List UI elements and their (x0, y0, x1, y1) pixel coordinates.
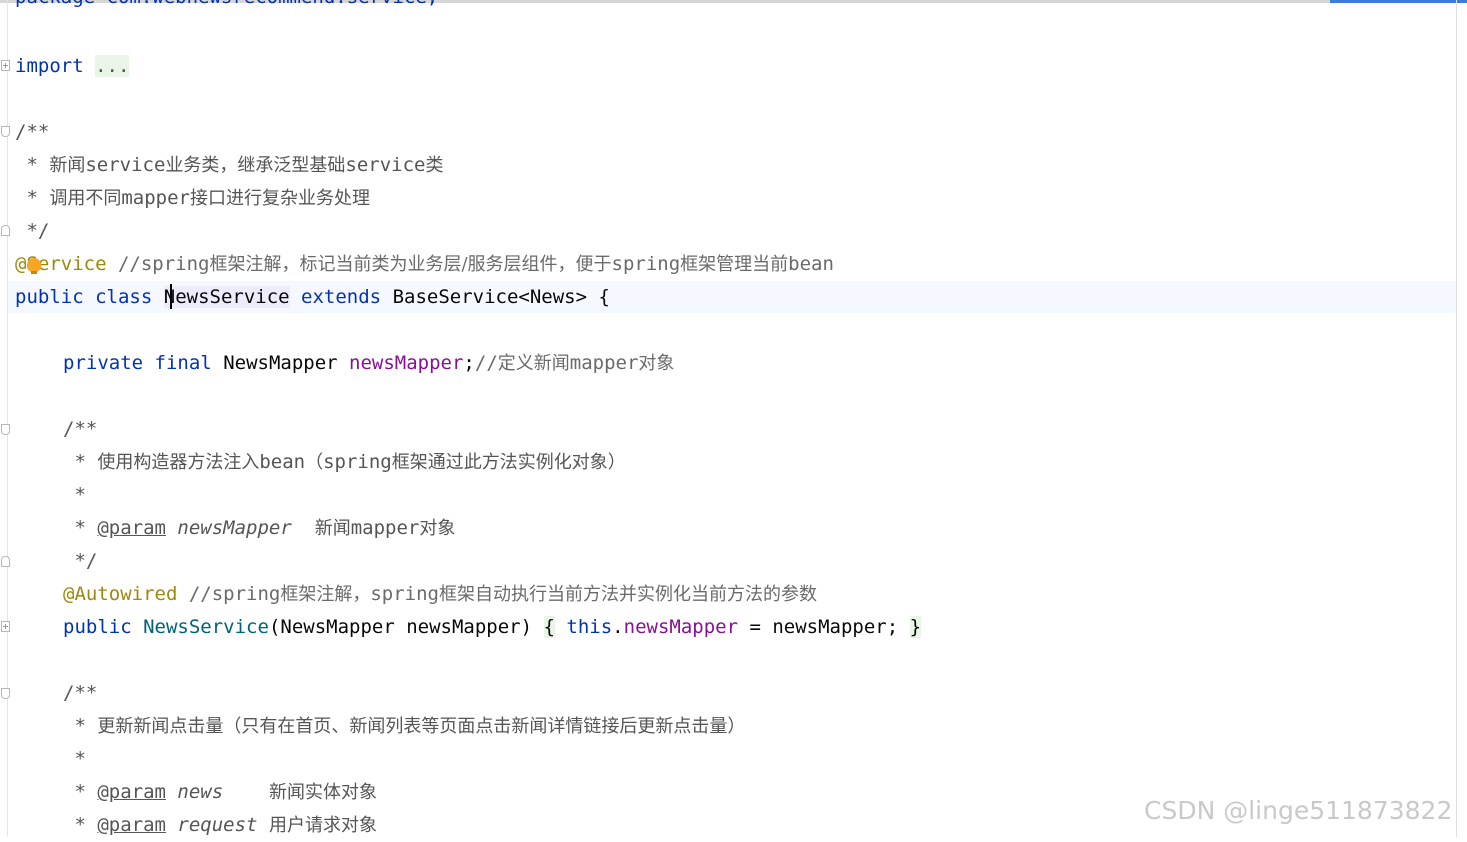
fold-icon[interactable] (1, 60, 10, 71)
doc-param-line: * @param request 用户请求对象 (63, 814, 377, 836)
field-name: newsMapper (349, 352, 464, 374)
param-tag: @param (97, 781, 166, 803)
lightbulb-icon[interactable] (27, 258, 41, 274)
import-line[interactable]: import ... (15, 50, 130, 83)
class-name: NewsService (163, 286, 290, 308)
service-annotation-line[interactable]: @Service //spring框架注解，标记当前类为业务层/服务层组件，便于… (15, 248, 834, 281)
import-fold-placeholder[interactable]: ... (95, 55, 130, 77)
active-tab-indicator (1330, 0, 1467, 3)
param-tag: @param (97, 814, 166, 836)
class-declaration-line[interactable]: public class NewsService extends BaseSer… (15, 281, 610, 314)
import-keyword: import (15, 55, 84, 77)
doc-comment-close: */ (15, 220, 50, 242)
field-declaration-line[interactable]: private final NewsMapper newsMapper;//定义… (63, 347, 674, 380)
constructor-line[interactable]: public NewsService(NewsMapper newsMapper… (63, 611, 922, 644)
doc-comment-line: * 调用不同mapper接口进行复杂业务处理 (15, 187, 370, 209)
doc-comment-line: * (63, 484, 86, 506)
fold-icon[interactable] (1, 621, 10, 632)
package-line: package com.webnewsrecommend.service; (15, 0, 438, 8)
fold-icon[interactable] (1, 225, 10, 236)
fold-icon[interactable] (1, 126, 10, 137)
doc-comment-open: /** (63, 682, 98, 704)
doc-comment-open: /** (63, 418, 98, 440)
doc-comment-line: * 新闻service业务类，继承泛型基础service类 (15, 154, 444, 176)
doc-comment-close: */ (63, 550, 98, 572)
param-tag: @param (97, 517, 166, 539)
fold-icon[interactable] (1, 688, 10, 699)
autowired-annotation-line[interactable]: @Autowired //spring框架注解，spring框架自动执行当前方法… (63, 578, 817, 611)
doc-param-line: * @param newsMapper 新闻mapper对象 (63, 517, 456, 539)
autowired-annotation: @Autowired (63, 583, 178, 605)
constructor-name: NewsService (143, 616, 269, 638)
doc-comment-open: /** (15, 121, 50, 143)
doc-comment-line: * 更新新闻点击量（只有在首页、新闻列表等页面点击新闻详情链接后更新点击量） (63, 715, 746, 737)
fold-icon[interactable] (1, 424, 10, 435)
fold-icon[interactable] (1, 556, 10, 567)
doc-param-line: * @param news 新闻实体对象 (63, 781, 377, 803)
doc-comment-line: * (63, 748, 86, 770)
editor-right-margin (1456, 0, 1457, 837)
text-caret (170, 284, 172, 309)
watermark: CSDN @linge511873822 (1144, 796, 1453, 825)
doc-comment-line: * 使用构造器方法注入bean（spring框架通过此方法实例化对象） (63, 451, 626, 473)
